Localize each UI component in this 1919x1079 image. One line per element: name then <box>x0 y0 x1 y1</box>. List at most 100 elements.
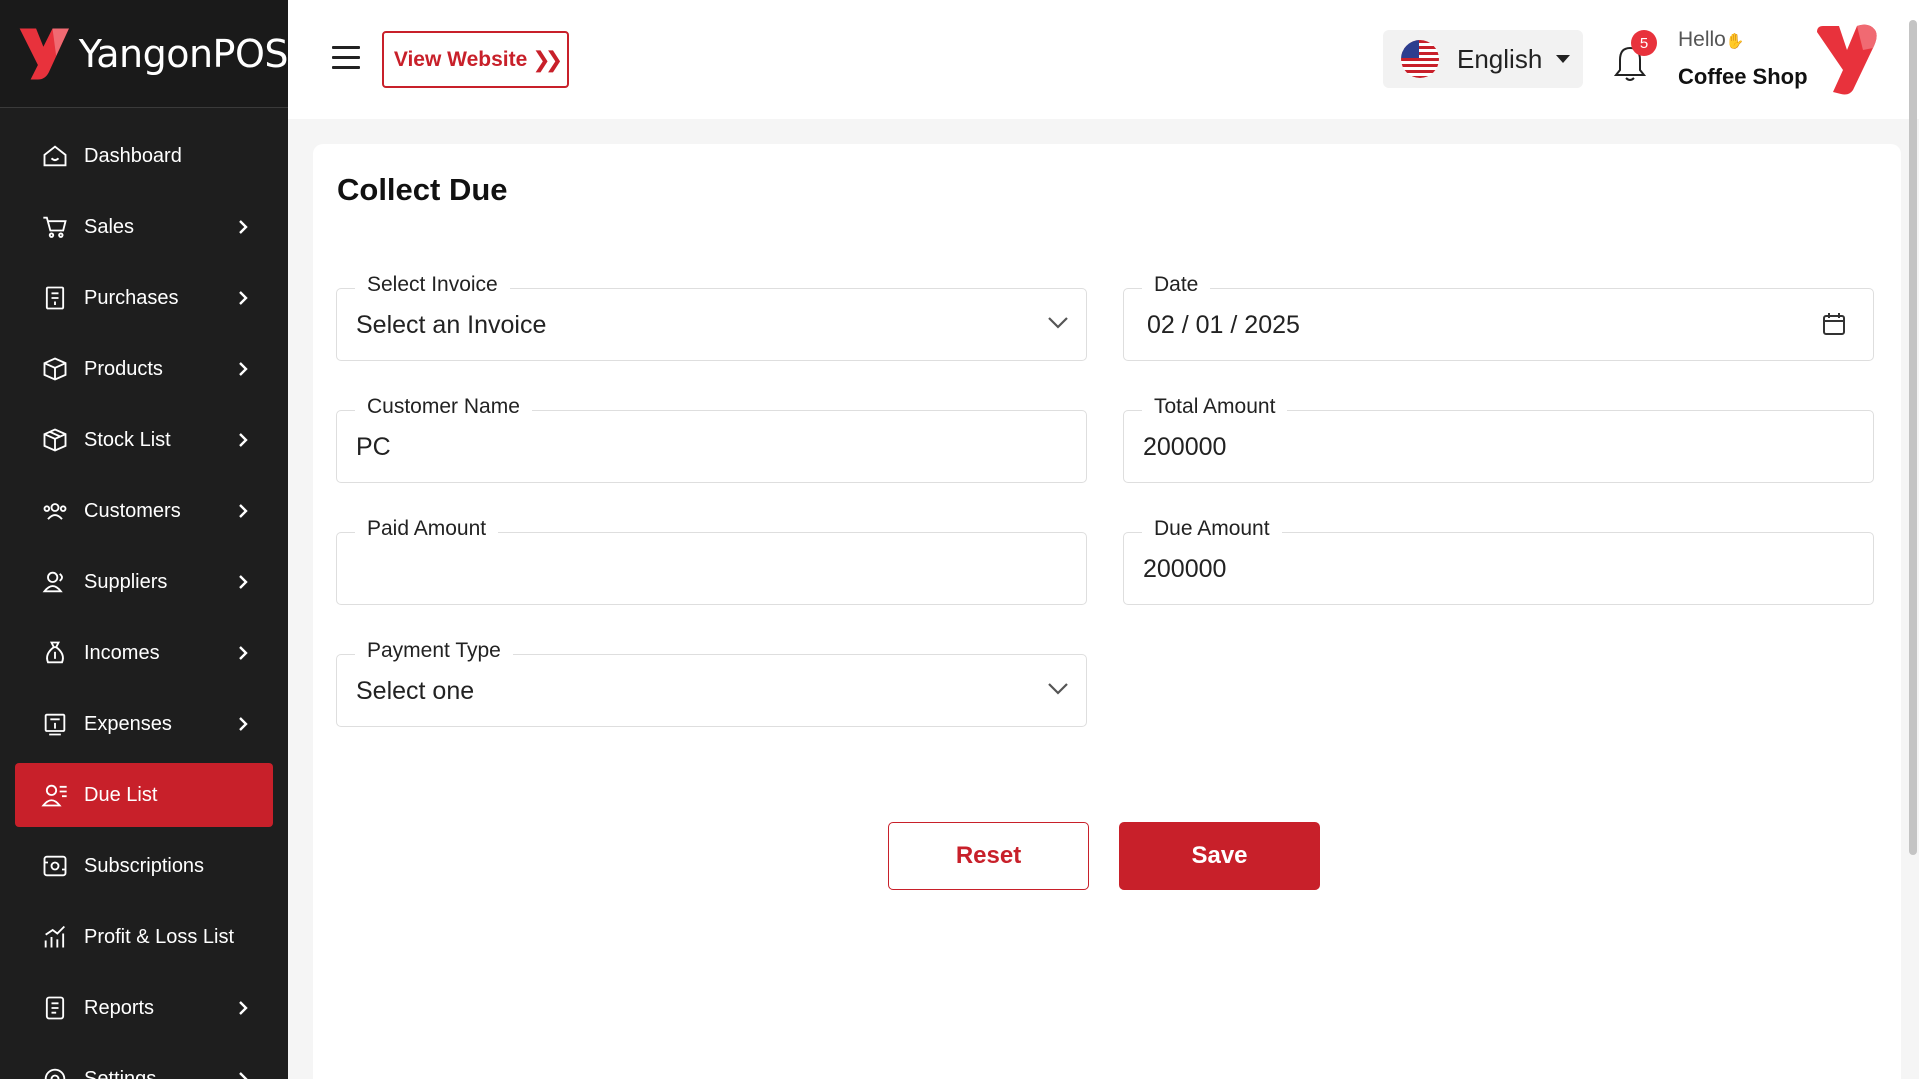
due-amount-label: Due Amount <box>1142 517 1282 541</box>
sidebar-nav: Dashboard Sales Purchases Products Stock… <box>0 108 288 1079</box>
greeting-text: Hello✋ <box>1678 28 1745 52</box>
sidebar-item-label: Due List <box>84 783 158 806</box>
sidebar-item-label: Settings <box>84 1067 157 1079</box>
sidebar-item-stock-list[interactable]: Stock List <box>15 408 273 472</box>
invoice-select-label: Select Invoice <box>355 273 510 297</box>
customer-name-label: Customer Name <box>355 395 532 419</box>
sidebar-item-label: Dashboard <box>84 144 182 167</box>
sidebar-item-sales[interactable]: Sales <box>15 195 273 259</box>
calendar-icon[interactable] <box>1821 311 1849 339</box>
sidebar-item-dashboard[interactable]: Dashboard <box>15 124 273 188</box>
total-amount-field[interactable]: Total Amount 200000 <box>1123 395 1874 483</box>
chevron-right-icon <box>235 574 251 590</box>
home-icon <box>40 141 70 171</box>
chevron-right-icon <box>235 432 251 448</box>
wave-icon: ✋ <box>1725 33 1745 50</box>
menu-toggle-icon[interactable] <box>332 46 360 70</box>
chevron-right-icon <box>235 219 251 235</box>
subscription-icon <box>40 851 70 881</box>
sidebar-item-reports[interactable]: Reports <box>15 976 273 1040</box>
save-button[interactable]: Save <box>1119 822 1320 890</box>
brand-logo[interactable]: YangonPOS <box>0 0 288 108</box>
sidebar-item-label: Expenses <box>84 712 172 735</box>
chevron-right-icon <box>235 290 251 306</box>
customer-name-field[interactable]: Customer Name PC <box>336 395 1087 483</box>
chevron-down-icon <box>1046 315 1070 331</box>
sidebar-item-purchases[interactable]: Purchases <box>15 266 273 330</box>
chevron-right-icon <box>235 645 251 661</box>
due-amount-value: 200000 <box>1143 555 1227 583</box>
shop-name: Coffee Shop <box>1678 64 1808 89</box>
sidebar-item-label: Stock List <box>84 428 171 451</box>
view-website-label: View Website <box>393 47 528 71</box>
due-amount-field[interactable]: Due Amount 200000 <box>1123 517 1874 605</box>
chevron-right-icon <box>235 716 251 732</box>
box-icon <box>40 354 70 384</box>
brand-name: YangonPOS <box>78 31 288 76</box>
bill-icon <box>40 709 70 739</box>
sidebar-item-label: Subscriptions <box>84 854 205 877</box>
sidebar-item-profit-loss[interactable]: Profit & Loss List <box>15 905 273 969</box>
invoice-select[interactable]: Select Invoice Select an Invoice <box>336 273 1087 361</box>
cart-icon <box>40 212 70 242</box>
language-label: English <box>1457 43 1543 74</box>
notification-badge: 5 <box>1631 30 1657 56</box>
sidebar-item-customers[interactable]: Customers <box>15 479 273 543</box>
language-selector[interactable]: English <box>1383 30 1583 88</box>
sidebar-item-label: Products <box>84 357 163 380</box>
sidebar-item-subscriptions[interactable]: Subscriptions <box>15 834 273 898</box>
view-website-button[interactable]: View Website ❯❯ <box>382 31 569 88</box>
us-flag-icon <box>1401 40 1439 78</box>
package-icon <box>40 425 70 455</box>
sidebar-item-label: Suppliers <box>84 570 168 593</box>
date-field-value: 02 / 01 / 2025 <box>1147 311 1300 339</box>
money-bag-icon <box>40 638 70 668</box>
date-field-label: Date <box>1142 273 1211 297</box>
top-header: View Website ❯❯ English 5 Hello✋ Coffee … <box>288 0 1919 119</box>
reset-button[interactable]: Reset <box>888 822 1089 890</box>
report-icon <box>40 993 70 1023</box>
gear-icon <box>40 1064 70 1079</box>
customer-name-value: PC <box>356 433 391 461</box>
sidebar-item-label: Sales <box>84 215 135 238</box>
caret-down-icon <box>1556 55 1571 63</box>
sidebar-item-label: Customers <box>84 499 181 522</box>
logo-icon <box>19 27 69 80</box>
sidebar-item-settings[interactable]: Settings <box>15 1047 273 1079</box>
sidebar-item-incomes[interactable]: Incomes <box>15 621 273 685</box>
collect-due-card: Collect Due Select Invoice Select an Inv… <box>313 144 1901 1079</box>
total-amount-label: Total Amount <box>1142 395 1288 419</box>
paid-amount-field[interactable]: Paid Amount <box>336 517 1087 605</box>
page-title: Collect Due <box>337 172 508 207</box>
sidebar-item-suppliers[interactable]: Suppliers <box>15 550 273 614</box>
chevron-down-icon <box>1046 681 1070 697</box>
sidebar: YangonPOS Dashboard Sales Purchases Prod… <box>0 0 288 1079</box>
user-list-icon <box>40 780 70 810</box>
sidebar-item-label: Profit & Loss List <box>84 925 235 948</box>
sidebar-item-label: Purchases <box>84 286 179 309</box>
avatar[interactable] <box>1813 20 1885 98</box>
users-icon <box>40 496 70 526</box>
receipt-icon <box>40 283 70 313</box>
double-chevron-right-icon: ❯❯ <box>532 46 563 72</box>
page-scrollbar[interactable] <box>1909 20 1917 855</box>
sidebar-item-label: Reports <box>84 996 155 1019</box>
chevron-right-icon <box>235 361 251 377</box>
sidebar-item-expenses[interactable]: Expenses <box>15 692 273 756</box>
payment-type-select[interactable]: Payment Type Select one <box>336 639 1087 727</box>
chevron-right-icon <box>235 503 251 519</box>
chart-icon <box>40 922 70 952</box>
payment-type-label: Payment Type <box>355 639 513 663</box>
chevron-right-icon <box>235 1071 251 1079</box>
greeting-label: Hello <box>1678 28 1726 51</box>
invoice-select-value: Select an Invoice <box>356 311 547 339</box>
sidebar-item-due-list[interactable]: Due List <box>15 763 273 827</box>
total-amount-value: 200000 <box>1143 433 1227 461</box>
sidebar-item-label: Incomes <box>84 641 160 664</box>
sidebar-item-products[interactable]: Products <box>15 337 273 401</box>
payment-type-value: Select one <box>356 677 475 705</box>
date-field[interactable]: Date 02 / 01 / 2025 <box>1123 273 1874 361</box>
chevron-right-icon <box>235 1000 251 1016</box>
paid-amount-input[interactable] <box>337 533 1086 604</box>
user-group-icon <box>40 567 70 597</box>
